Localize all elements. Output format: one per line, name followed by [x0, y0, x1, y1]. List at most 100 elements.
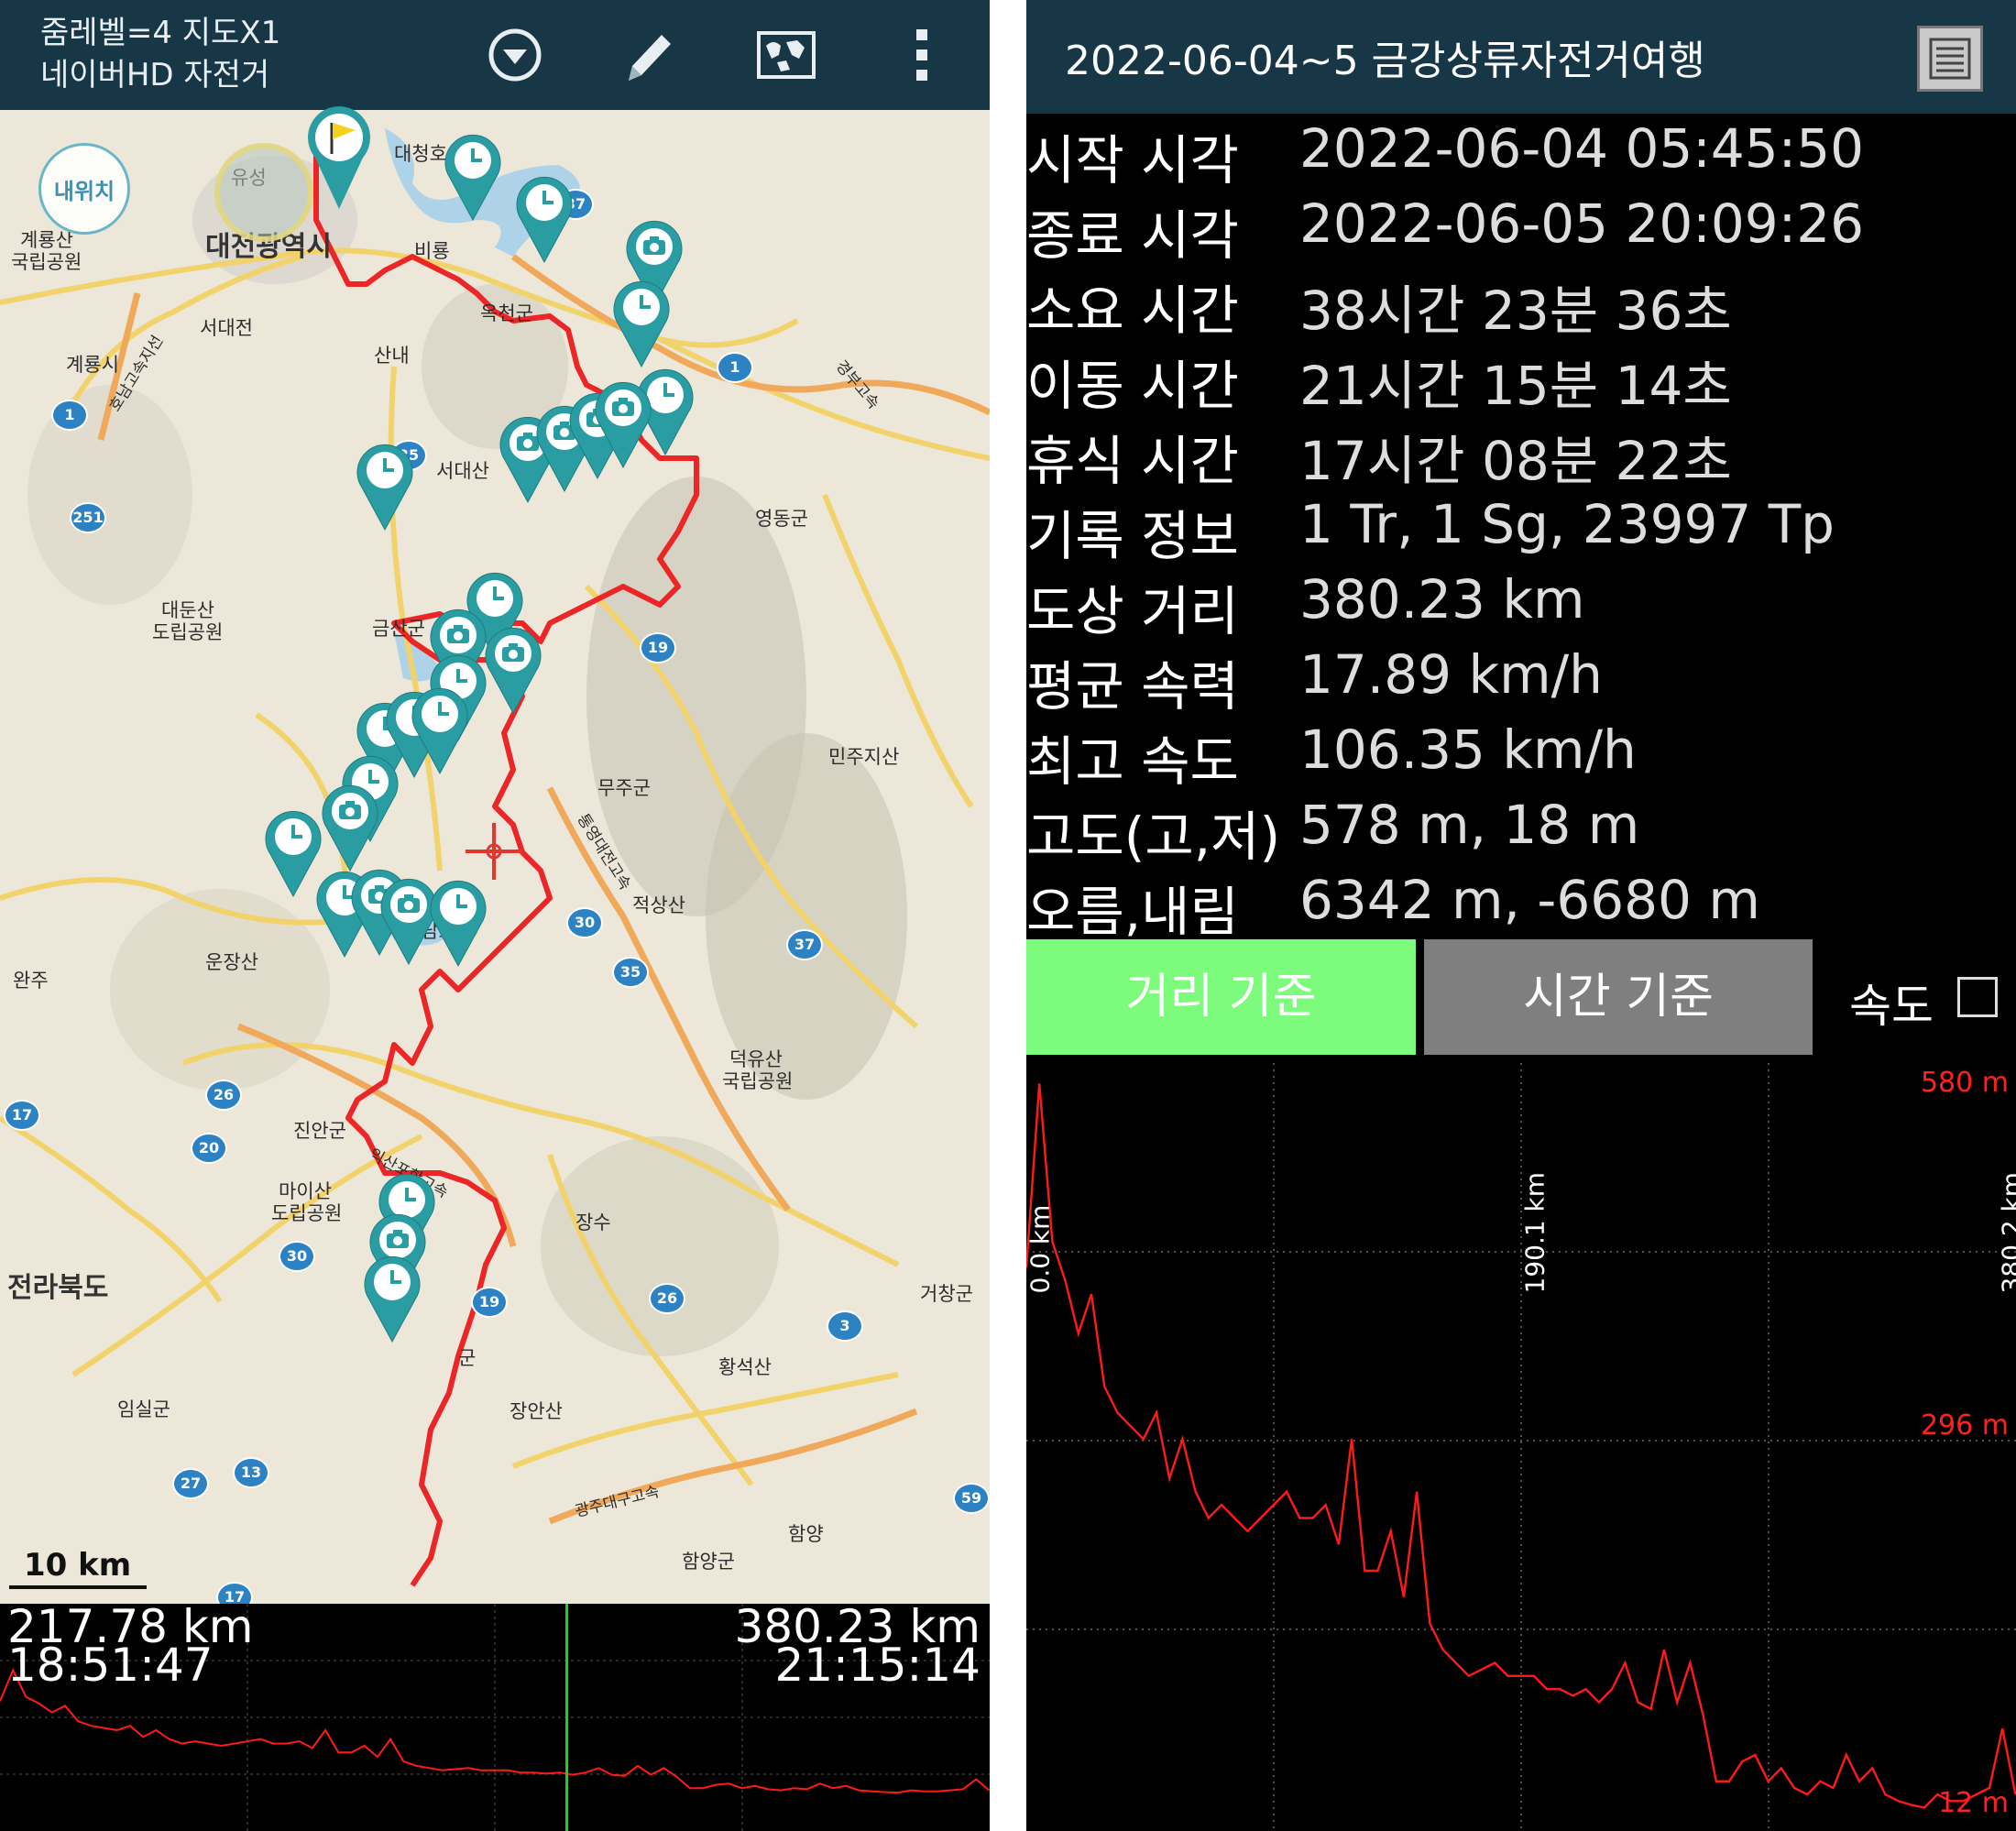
stat-label: 시작 시각: [1026, 129, 1239, 192]
place-label: 군: [458, 1347, 477, 1369]
stat-label: 기록 정보: [1026, 505, 1239, 567]
mini-left-time: 18:51:47: [7, 1639, 214, 1692]
x-axis-mid-label: 190.1 km: [1519, 1171, 1550, 1294]
place-label: 서대산: [436, 460, 489, 482]
stat-row: 시작 시각 2022-06-04 05:45:50: [1026, 117, 2016, 192]
route-shield: 26: [649, 1283, 685, 1314]
rest-point-pin[interactable]: [353, 440, 417, 532]
route-shield: 30: [566, 907, 603, 938]
stat-row: 기록 정보 1 Tr, 1 Sg, 23997 Tp: [1026, 493, 2016, 568]
more-vert-icon[interactable]: [885, 18, 959, 92]
stat-value: 38시간 23분 36초: [1299, 280, 1732, 342]
photo-point-pin[interactable]: [481, 623, 545, 715]
map-panel: 줌레벨=4 지도X1 네이버HD 자전거 대전광역시 전라북도 대청호 비룡 서…: [0, 0, 990, 1831]
mini-elevation-chart[interactable]: 217.78 km 18:51:47 380.23 km 21:15:14: [0, 1604, 990, 1831]
map-toolbar: 줌레벨=4 지도X1 네이버HD 자전거: [0, 0, 990, 110]
track-title: 2022-06-04~5 금강상류자전거여행: [1065, 38, 1705, 84]
place-label: 전라북도: [7, 1272, 109, 1304]
panel-divider: [990, 0, 1026, 1831]
stat-value: 1 Tr, 1 Sg, 23997 Tp: [1299, 493, 1835, 555]
place-label: 계룡시: [66, 354, 119, 376]
route-shield: 13: [233, 1457, 269, 1488]
map-view[interactable]: 대전광역시 전라북도 대청호 유성 비룡 서대전 산내 계룡시 계룡산 국립공원…: [0, 106, 990, 1613]
place-label: 함양: [788, 1523, 824, 1545]
place-label: 도립공원: [271, 1202, 343, 1224]
track-info-panel: 2022-06-04~5 금강상류자전거여행 시작 시각 2022-06-04 0…: [1026, 0, 2016, 1831]
route-shield: 17: [4, 1100, 40, 1131]
stat-label: 소요 시간: [1026, 280, 1239, 342]
dropdown-circle-icon[interactable]: [478, 18, 552, 92]
place-label: 무주군: [597, 777, 651, 799]
stat-label: 도상 거리: [1026, 580, 1239, 642]
stat-label: 휴식 시간: [1026, 430, 1239, 492]
place-label: 완주: [13, 970, 49, 992]
distance-basis-button[interactable]: 거리 기준: [1026, 939, 1416, 1055]
stat-row: 오름,내림 6342 m, -6680 m: [1026, 869, 2016, 944]
place-label: 적상산: [632, 894, 685, 916]
track-header: 2022-06-04~5 금강상류자전거여행: [1026, 0, 2016, 114]
route-shield: 27: [172, 1468, 209, 1499]
start-flag-pin[interactable]: [302, 101, 376, 211]
stat-row: 고도(고,저) 578 m, 18 m: [1026, 794, 2016, 869]
mini-right-time: 21:15:14: [774, 1639, 981, 1692]
stat-label: 종료 시각: [1026, 204, 1239, 267]
rest-point-pin[interactable]: [408, 684, 472, 775]
y-axis-mid-label: 296 m: [1920, 1409, 2009, 1442]
time-basis-label: 시간 기준: [1523, 970, 1714, 1025]
place-label: 거창군: [920, 1283, 973, 1305]
route-shield: 1: [51, 400, 88, 431]
scale-label: 10 km: [24, 1547, 132, 1584]
x-axis-start-label: 0.0 km: [1026, 1204, 1056, 1294]
route-shield: 1: [717, 352, 753, 383]
rest-point-pin[interactable]: [360, 1252, 424, 1343]
my-location-label: 내위치: [53, 179, 115, 204]
world-map-icon[interactable]: [750, 18, 823, 92]
speed-checkbox[interactable]: [1957, 977, 1998, 1017]
stat-value: 578 m, 18 m: [1299, 794, 1640, 856]
my-location-button[interactable]: 내위치: [38, 143, 130, 235]
photo-point-pin[interactable]: [591, 378, 655, 469]
place-label: 진안군: [293, 1120, 346, 1142]
stat-row: 평균 속력 17.89 km/h: [1026, 643, 2016, 718]
route-shield: 26: [205, 1080, 242, 1111]
route-shield: 20: [191, 1133, 227, 1164]
menu-list-icon[interactable]: [1917, 26, 1983, 92]
place-label: 영동군: [755, 508, 808, 530]
place-label: 국립공원: [722, 1070, 794, 1092]
route-shield: 37: [786, 929, 823, 960]
place-label: 황석산: [718, 1356, 772, 1378]
route-shield: 35: [612, 957, 649, 988]
stat-label: 오름,내림: [1026, 881, 1239, 943]
y-axis-top-label: 580 m: [1920, 1067, 2009, 1099]
route-shield: 251: [70, 502, 106, 533]
map-source-label: 네이버HD 자전거: [40, 57, 270, 93]
stat-row: 최고 속도 106.35 km/h: [1026, 718, 2016, 794]
y-axis-bottom-label: 12 m: [1938, 1787, 2009, 1819]
time-basis-button[interactable]: 시간 기준: [1424, 939, 1813, 1055]
stat-row: 이동 시간 21시간 15분 14초: [1026, 343, 2016, 418]
pencil-icon[interactable]: [612, 18, 685, 92]
stat-label: 최고 속도: [1026, 730, 1239, 793]
scale-bar: 10 km: [0, 1547, 156, 1593]
rest-point-pin[interactable]: [512, 172, 576, 264]
speed-toggle-label: 속도: [1849, 980, 1934, 1033]
photo-point-pin[interactable]: [318, 781, 382, 872]
place-label: 금산군: [372, 618, 425, 640]
place-label: 민주지산: [828, 746, 900, 768]
stat-value: 106.35 km/h: [1299, 718, 1637, 781]
stat-value: 21시간 15분 14초: [1299, 355, 1732, 417]
rest-point-pin[interactable]: [441, 130, 505, 222]
place-label: 임실군: [117, 1398, 170, 1420]
route-shield: 19: [471, 1287, 508, 1318]
place-label: 대청호: [394, 143, 447, 165]
gps-accuracy-icon: [214, 143, 313, 242]
place-label: 산내: [374, 345, 410, 367]
place-label: 장수: [575, 1212, 611, 1233]
stat-label: 고도(고,저): [1026, 806, 1281, 868]
rest-point-pin[interactable]: [609, 277, 674, 368]
place-label: 도립공원: [152, 621, 224, 643]
stat-label: 평균 속력: [1026, 655, 1239, 718]
elevation-chart[interactable]: 580 m 296 m 12 m 0.0 km 190.1 km 380.2 k…: [1026, 1063, 2016, 1831]
stat-value: 380.23 km: [1299, 568, 1585, 630]
rest-point-pin[interactable]: [426, 876, 490, 968]
